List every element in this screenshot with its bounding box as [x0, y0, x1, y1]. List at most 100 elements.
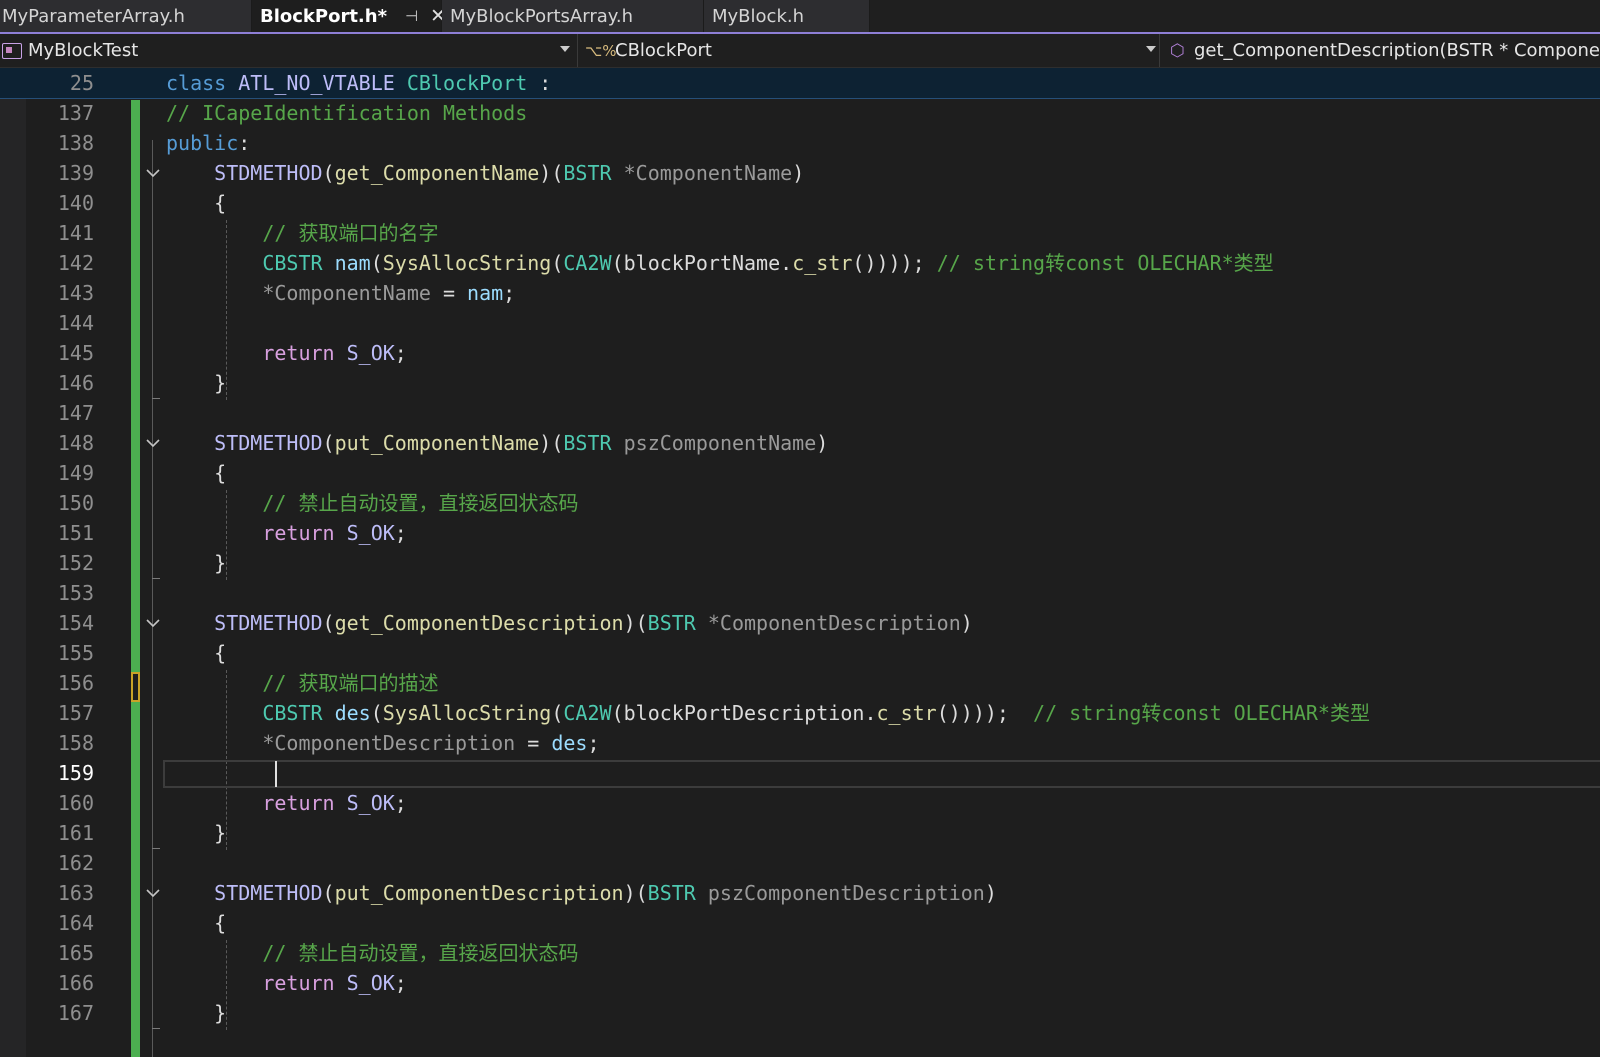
code-token: put_ComponentDescription: [334, 881, 624, 905]
line-number: 164: [57, 911, 94, 935]
collapse-chevron-icon[interactable]: [146, 439, 160, 448]
collapse-chevron-icon[interactable]: [146, 889, 160, 898]
code-line[interactable]: 143 *ComponentName = nam;: [0, 278, 1600, 308]
line-number: 162: [57, 851, 94, 875]
code-line[interactable]: 153: [0, 578, 1600, 608]
code-line[interactable]: 155 {: [0, 638, 1600, 668]
code-line[interactable]: 160 return S_OK;: [0, 788, 1600, 818]
code-token: c_str: [792, 251, 853, 275]
code-text: STDMETHOD(put_ComponentName)(BSTR pszCom…: [166, 428, 828, 458]
code-line[interactable]: 147: [0, 398, 1600, 428]
code-line[interactable]: 139 STDMETHOD(get_ComponentName)(BSTR *C…: [0, 158, 1600, 188]
pin-icon[interactable]: ⊣: [405, 7, 418, 25]
code-text: CBSTR nam(SysAllocString(CA2W(blockPortN…: [166, 248, 1273, 278]
line-number: 146: [57, 371, 94, 395]
code-editor[interactable]: 25 class ATL_NO_VTABLE CBlockPort : 137 /…: [0, 68, 1600, 1057]
code-token: pszComponentDescription: [707, 881, 985, 905]
code-token: c_str: [876, 701, 937, 725]
code-token: // 禁止自动设置，直接返回状态码: [262, 491, 579, 515]
tab-myparameterarray-h[interactable]: MyParameterArray.h: [0, 0, 252, 32]
code-text: {: [166, 908, 226, 938]
code-text: // 获取端口的描述: [166, 668, 438, 698]
code-token: :: [527, 71, 552, 95]
code-token: return: [262, 791, 335, 815]
code-line[interactable]: 152 }: [0, 548, 1600, 578]
code-line[interactable]: 151 return S_OK;: [0, 518, 1600, 548]
code-line[interactable]: 157 CBSTR des(SysAllocString(CA2W(blockP…: [0, 698, 1600, 728]
code-line[interactable]: 149 {: [0, 458, 1600, 488]
code-line[interactable]: 140 {: [0, 188, 1600, 218]
line-number: 160: [57, 791, 94, 815]
code-token: S_OK: [346, 341, 395, 365]
code-token: blockPortDescription: [623, 701, 865, 725]
code-token: }: [166, 821, 227, 845]
code-line[interactable]: 161 }: [0, 818, 1600, 848]
code-token: =: [430, 281, 468, 305]
member-dropdown[interactable]: ⬡ get_ComponentDescription(BSTR * Compon…: [1168, 34, 1600, 67]
code-line[interactable]: 138 public:: [0, 128, 1600, 158]
chevron-down-icon[interactable]: [560, 46, 570, 52]
code-line[interactable]: 156 // 获取端口的描述: [0, 668, 1600, 698]
tab-label: MyBlockPortsArray.h: [450, 5, 633, 27]
code-token: SysAllocString: [382, 701, 552, 725]
code-token: ;: [394, 341, 407, 365]
code-line[interactable]: 137 // ICapeIdentification Methods: [0, 98, 1600, 128]
tab-label: BlockPort.h*: [260, 5, 388, 27]
fold-end-marker: [152, 578, 160, 579]
code-token: CA2W: [563, 701, 612, 725]
tab-myblockportsarray-h[interactable]: MyBlockPortsArray.h: [442, 0, 704, 32]
class-dropdown[interactable]: ⌥% CBlockPort: [583, 34, 1160, 67]
code-token: ;: [394, 971, 407, 995]
class-icon: ⌥%: [585, 41, 617, 60]
tab-myblock-h[interactable]: MyBlock.h: [704, 0, 870, 32]
code-line[interactable]: 163 STDMETHOD(put_ComponentDescription)(…: [0, 878, 1600, 908]
tab-blockport-h[interactable]: BlockPort.h* ⊣ ✕: [252, 0, 446, 32]
code-text: {: [166, 458, 226, 488]
code-line[interactable]: 164 {: [0, 908, 1600, 938]
code-text: }: [166, 368, 226, 398]
line-number: 148: [57, 431, 94, 455]
code-token: ATL_NO_VTABLE: [238, 71, 407, 95]
code-token: (: [611, 701, 624, 725]
code-token: class: [166, 71, 239, 95]
fold-end-marker: [152, 398, 160, 399]
code-token: ())));: [852, 251, 937, 275]
code-token: }: [166, 1001, 227, 1025]
code-token: .: [864, 701, 877, 725]
code-line[interactable]: 150 // 禁止自动设置，直接返回状态码: [0, 488, 1600, 518]
code-token: get_ComponentName: [334, 161, 540, 185]
code-token: {: [166, 461, 227, 485]
code-line[interactable]: 162: [0, 848, 1600, 878]
code-token: // ICapeIdentification Methods: [166, 101, 528, 125]
code-line[interactable]: 145 return S_OK;: [0, 338, 1600, 368]
code-token: CA2W: [563, 251, 612, 275]
code-line[interactable]: 166 return S_OK;: [0, 968, 1600, 998]
code-token: )(: [539, 431, 564, 455]
code-line[interactable]: 167 }: [0, 998, 1600, 1028]
code-line[interactable]: 154 STDMETHOD(get_ComponentDescription)(…: [0, 608, 1600, 638]
code-token: )(: [539, 161, 564, 185]
project-dropdown[interactable]: MyBlockTest: [0, 34, 578, 67]
code-token: des: [334, 701, 371, 725]
collapse-chevron-icon[interactable]: [146, 619, 160, 628]
code-line[interactable]: 158 *ComponentDescription = des;: [0, 728, 1600, 758]
line-number: 153: [57, 581, 94, 605]
code-line[interactable]: 148 STDMETHOD(put_ComponentName)(BSTR ps…: [0, 428, 1600, 458]
sticky-scroll-header[interactable]: 25 class ATL_NO_VTABLE CBlockPort :: [0, 68, 1600, 99]
collapse-chevron-icon[interactable]: [146, 169, 160, 178]
code-line[interactable]: 141 // 获取端口的名字: [0, 218, 1600, 248]
chevron-down-icon[interactable]: [1146, 46, 1156, 52]
code-line[interactable]: 144: [0, 308, 1600, 338]
line-number: 161: [57, 821, 94, 845]
code-text: STDMETHOD(get_ComponentDescription)(BSTR…: [166, 608, 973, 638]
code-line[interactable]: 165 // 禁止自动设置，直接返回状态码: [0, 938, 1600, 968]
code-line[interactable]: 146 }: [0, 368, 1600, 398]
code-line[interactable]: 142 CBSTR nam(SysAllocString(CA2W(blockP…: [0, 248, 1600, 278]
